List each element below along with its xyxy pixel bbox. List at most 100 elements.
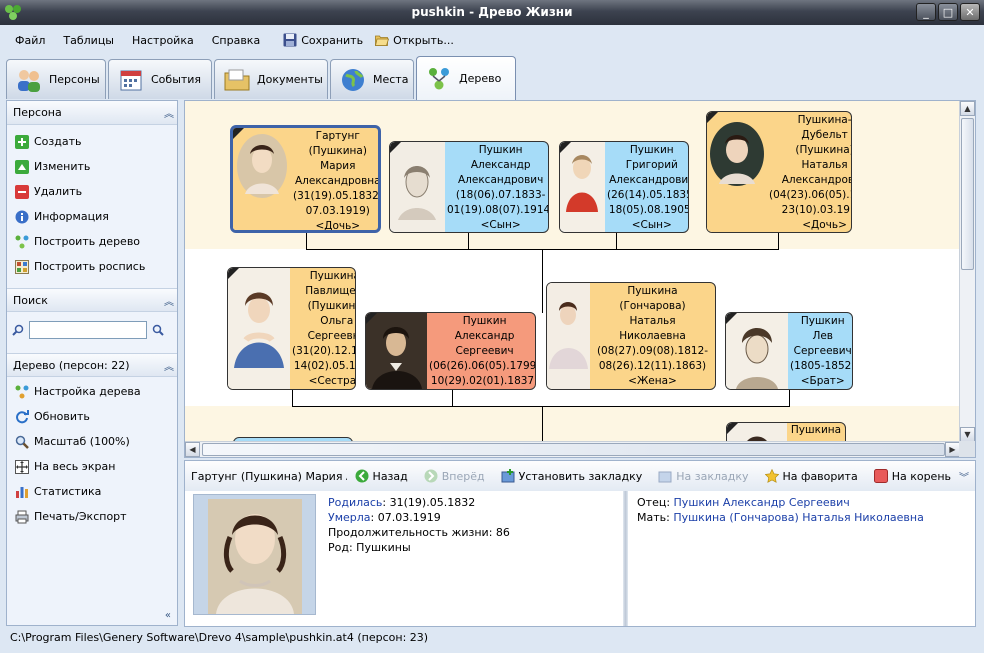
forward-button[interactable]: Вперёд [416,469,493,483]
sidebar-item-delete[interactable]: Удалить [7,179,177,204]
horizontal-scroll-thumb[interactable] [202,443,945,456]
search-prev-icon[interactable] [11,323,25,337]
search-row [7,312,177,348]
corner-marker-icon [366,313,377,324]
tab-tree[interactable]: Дерево [416,56,516,100]
tab-events[interactable]: События [108,59,212,99]
star-icon [764,469,779,483]
selected-person-name: Гартунг (Пушкина) Мария Александровна [191,469,347,483]
father-link[interactable]: Пушкин Александр Сергеевич [674,496,850,509]
status-bar: C:\Program Files\Genery Software\Drevo 4… [6,627,978,647]
tab-persons[interactable]: Персоны [6,59,106,99]
vertical-scroll-thumb[interactable] [961,118,974,270]
collapse-chevron-icon[interactable]: ︽ [164,293,174,308]
person-node-alexander-jr[interactable]: Пушкин Александр Александрович (18(06).07… [389,141,549,233]
sidebar-item-create[interactable]: Создать [7,129,177,154]
collapse-chevron-icon[interactable]: ︽ [164,105,174,120]
plus-icon [15,134,29,149]
scroll-down-button[interactable]: ▼ [960,427,975,442]
menu-file[interactable]: Файл [6,34,54,47]
bar-chart-icon [16,486,28,498]
maximize-button[interactable]: □ [938,3,958,21]
person-node-alexander-pushkin-root[interactable]: Пушкин Александр Сергеевич (06(26).06(05)… [365,312,536,390]
tree-section-header[interactable]: Дерево (персон: 22) ︽ [7,353,177,377]
to-favorite-button[interactable]: На фаворита [757,469,866,483]
corner-marker-icon [228,268,239,279]
sidebar-item-statistics[interactable]: Статистика [7,479,177,504]
node-name: Пушкина [790,424,842,436]
horizontal-scrollbar[interactable]: ◀ ▶ [185,441,960,457]
sidebar-item-tree-settings[interactable]: Настройка дерева [7,379,177,404]
search-section-header[interactable]: Поиск ︽ [7,288,177,312]
person-node-partial-female[interactable]: Пушкина [726,422,846,442]
sidebar-item-print-export[interactable]: Печать/Экспорт [7,504,177,529]
mother-link[interactable]: Пушкина (Гончарова) Наталья Николаевна [673,511,924,524]
node-relation: <Сын> [480,219,521,231]
sidebar-item-refresh[interactable]: Обновить [7,404,177,429]
node-name: Пушкин Лев Сергеевич [793,315,852,357]
died-label-link[interactable]: Умерла [328,511,371,524]
collapse-sidebar-button[interactable]: « [165,610,171,621]
close-button[interactable]: ✕ [960,3,980,21]
main-tabs: Персоны События Документы Места Дерево [6,56,516,100]
sidebar-item-fullscreen[interactable]: На весь экран [7,454,177,479]
person-node-natalya-dubelt[interactable]: Пушкина- Дубельт (Пушкина) Наталья Алекс… [706,111,852,233]
born-label-link[interactable]: Родилась [328,496,382,509]
node-dates: (08(27).09(08).1812- 08(26).12(11).1863) [596,345,709,372]
node-dates: (1805-1852) [790,360,853,372]
tab-label: Дерево [459,72,502,85]
node-relation: <Сын> [631,219,672,231]
calendar-icon [120,70,142,90]
set-bookmark-button[interactable]: Установить закладку [493,469,651,483]
save-button[interactable]: Сохранить [277,33,369,47]
tree-canvas[interactable]: Гартунг (Пушкина) Мария Александровна (31… [185,101,960,442]
open-label: Открыть... [393,33,454,47]
portrait-thumbnail [560,142,605,232]
node-relation: <Жена> [628,375,677,387]
person-section-header[interactable]: Персона ︽ [7,101,177,125]
person-node-maria[interactable]: Гартунг (Пушкина) Мария Александровна (31… [230,125,381,233]
scroll-up-button[interactable]: ▲ [960,101,975,116]
person-node-olga[interactable]: Пушкина- Павлищева (Пушкина) Ольга Серге… [227,267,356,390]
title-bar[interactable]: pushkin - Древо Жизни _ □ ✕ [0,0,984,25]
person-node-grigoriy[interactable]: Пушкин Григорий Александрович (26(14).05.… [559,141,689,233]
sidebar-item-info[interactable]: Информация [7,204,177,229]
sidebar-item-zoom[interactable]: Масштаб (100%) [7,429,177,454]
node-name: Гартунг (Пушкина) Мария Александровна [294,130,381,187]
menu-tables[interactable]: Таблицы [54,34,123,47]
node-dates: (26(14).05.1835- 18(05).08.1905) [607,189,689,216]
open-button[interactable]: Открыть... [369,33,460,47]
parents-info: Отец: Пушкин Александр Сергеевич Мать: П… [637,495,967,525]
back-button[interactable]: Назад [347,469,416,483]
sidebar-item-build-tree[interactable]: Построить дерево [7,229,177,254]
to-bookmark-button[interactable]: На закладку [650,469,756,483]
search-next-icon[interactable] [151,323,165,337]
tree-view[interactable]: Гартунг (Пушкина) Мария Александровна (31… [184,100,976,458]
corner-marker-icon [707,112,718,123]
node-relation: <Сестра> [308,375,356,387]
menu-bar: Файл Таблицы Настройка Справка Сохранить… [0,27,984,53]
tab-documents[interactable]: Документы [214,59,328,99]
menu-help[interactable]: Справка [203,34,269,47]
sidebar-item-edit[interactable]: Изменить [7,154,177,179]
scroll-left-button[interactable]: ◀ [185,442,200,457]
born-value: : 31(19).05.1832 [382,496,476,509]
corner-marker-icon [233,128,244,139]
tab-places[interactable]: Места [330,59,414,99]
vertical-scrollbar[interactable]: ▲ ▼ [959,101,975,442]
collapse-chevron-icon[interactable]: ︽ [164,358,174,373]
globe-icon [342,68,364,91]
portrait-thumbnail [726,313,788,389]
menu-settings[interactable]: Настройка [123,34,203,47]
scroll-right-button[interactable]: ▶ [945,442,960,457]
toolbar-expand-chevron-icon[interactable]: ︾ [959,469,975,484]
sidebar-item-build-list[interactable]: Построить роспись [7,254,177,279]
person-node-lev[interactable]: Пушкин Лев Сергеевич (1805-1852) <Брат> [725,312,853,390]
portrait-thumbnail [390,142,445,232]
corner-marker-icon [727,423,738,434]
panel-splitter[interactable] [623,491,628,626]
to-root-button[interactable]: На корень [866,469,959,483]
person-node-natalya-goncharova[interactable]: Пушкина (Гончарова) Наталья Николаевна (0… [546,282,716,390]
search-input[interactable] [29,321,147,339]
minimize-button[interactable]: _ [916,3,936,21]
